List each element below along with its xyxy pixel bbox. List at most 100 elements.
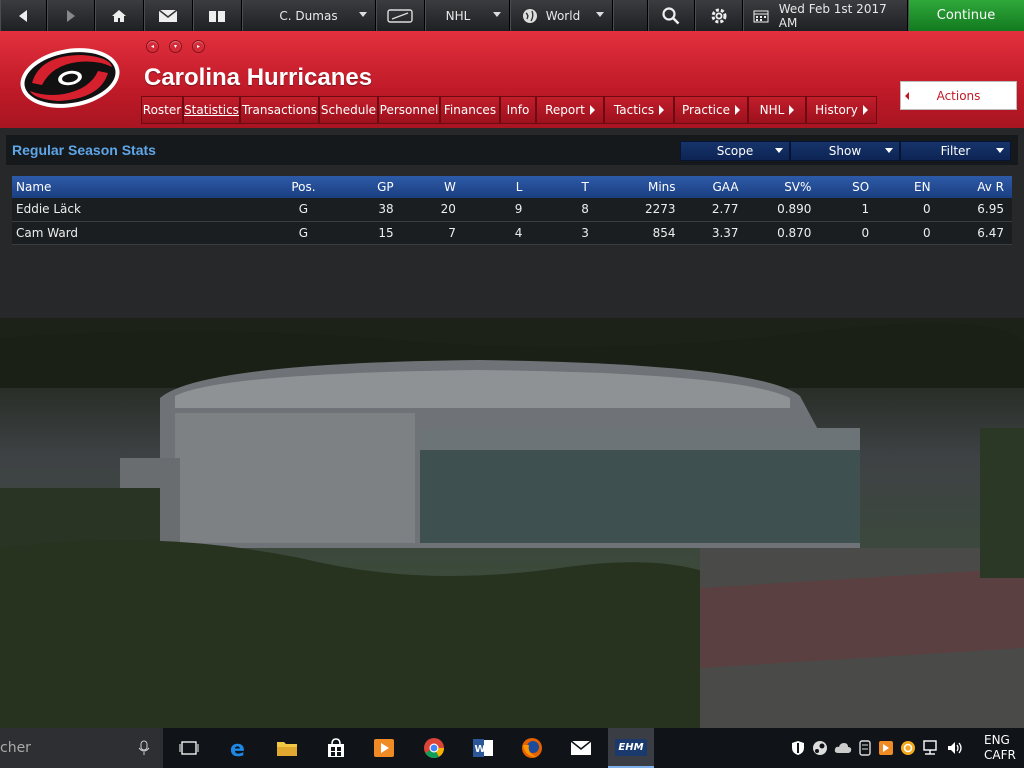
tab-finances[interactable]: Finances bbox=[440, 96, 500, 124]
settings-button[interactable] bbox=[695, 0, 743, 31]
shield-icon[interactable] bbox=[790, 740, 806, 756]
microphone-icon[interactable] bbox=[138, 740, 150, 756]
table-cell: 20 bbox=[440, 202, 456, 217]
tab-roster[interactable]: Roster bbox=[141, 96, 183, 124]
scope-dropdown[interactable]: Scope bbox=[680, 141, 790, 161]
column-header[interactable]: Mins bbox=[597, 176, 684, 198]
nhlpa-button[interactable] bbox=[376, 0, 425, 31]
continue-button[interactable]: Continue bbox=[908, 0, 1024, 31]
show-dropdown[interactable]: Show bbox=[790, 141, 900, 161]
player-name[interactable]: Cam Ward bbox=[12, 221, 277, 244]
column-header[interactable]: Name bbox=[12, 176, 277, 198]
main-content: Regular Season Stats Scope Show Filter N… bbox=[0, 128, 1024, 728]
table-cell: 9 bbox=[514, 202, 523, 217]
column-header[interactable]: Pos. bbox=[277, 176, 330, 198]
back-button[interactable] bbox=[0, 0, 47, 31]
column-header[interactable]: T bbox=[530, 176, 596, 198]
column-header[interactable]: GAA bbox=[684, 176, 747, 198]
media-player-button[interactable] bbox=[369, 734, 399, 762]
search-button[interactable] bbox=[648, 0, 695, 31]
store-button[interactable] bbox=[321, 734, 351, 762]
column-header[interactable]: GP bbox=[330, 176, 402, 198]
table-cell: 0 bbox=[861, 225, 870, 240]
position-cell: G bbox=[298, 225, 309, 240]
tab-label: History bbox=[815, 103, 858, 117]
home-button[interactable] bbox=[95, 0, 144, 31]
tab-practice[interactable]: Practice bbox=[674, 96, 748, 124]
table-row[interactable]: Eddie Läck G 38 20 9 8 2273 2.77 0.890 1… bbox=[12, 198, 1012, 221]
table-cell: 15 bbox=[378, 225, 394, 240]
tab-report[interactable]: Report bbox=[536, 96, 604, 124]
page-title: Carolina Hurricanes bbox=[144, 64, 373, 91]
mail-app-button[interactable] bbox=[566, 734, 596, 762]
chevron-left-icon bbox=[905, 92, 909, 100]
chevron-down-icon bbox=[596, 12, 604, 17]
region-dropdown[interactable]: World bbox=[510, 0, 613, 31]
column-header[interactable]: L bbox=[464, 176, 530, 198]
actions-button[interactable]: Actions bbox=[900, 81, 1017, 110]
actions-label: Actions bbox=[936, 88, 981, 103]
tab-nhl[interactable]: NHL bbox=[748, 96, 806, 124]
storage-icon[interactable] bbox=[858, 740, 872, 756]
taskbar-search-box[interactable]: cher bbox=[0, 728, 163, 768]
language-indicator[interactable]: ENG CAFR bbox=[984, 728, 1024, 768]
tab-label: Report bbox=[545, 103, 585, 117]
position-cell: G bbox=[298, 202, 309, 217]
ehm-app-button[interactable]: EHM bbox=[608, 728, 654, 768]
next-team-button[interactable]: ▸ bbox=[192, 40, 205, 53]
nav-dots: ◂ ▾ ▸ bbox=[146, 40, 205, 53]
ehm-label: EHM bbox=[615, 738, 647, 756]
network-icon[interactable] bbox=[922, 740, 940, 756]
media-player-icon bbox=[374, 739, 394, 757]
blank-slot bbox=[613, 0, 648, 31]
tab-statistics[interactable]: Statistics bbox=[183, 96, 240, 124]
prev-team-button[interactable]: ◂ bbox=[146, 40, 159, 53]
tab-info[interactable]: Info bbox=[500, 96, 536, 124]
bookmarks-button[interactable] bbox=[193, 0, 242, 31]
table-cell: 2273 bbox=[644, 202, 676, 217]
chevron-right-icon bbox=[734, 105, 740, 115]
chevron-down-icon bbox=[775, 148, 783, 153]
edge-button[interactable]: e bbox=[224, 734, 254, 762]
app-tray-icon[interactable] bbox=[878, 740, 894, 756]
column-header[interactable]: W bbox=[402, 176, 464, 198]
volume-icon[interactable] bbox=[946, 740, 964, 756]
tab-tactics[interactable]: Tactics bbox=[604, 96, 674, 124]
column-header[interactable]: SO bbox=[819, 176, 877, 198]
file-explorer-button[interactable] bbox=[272, 734, 302, 762]
tab-label: Transactions bbox=[242, 103, 317, 117]
column-header[interactable]: SV% bbox=[747, 176, 820, 198]
filter-dropdown[interactable]: Filter bbox=[900, 141, 1011, 161]
table-cell: 6.95 bbox=[977, 202, 1004, 217]
manager-dropdown[interactable]: C. Dumas bbox=[242, 0, 376, 31]
manager-name: C. Dumas bbox=[279, 8, 338, 23]
column-header[interactable]: Av R bbox=[939, 176, 1012, 198]
chevron-down-icon bbox=[885, 148, 893, 153]
inbox-button[interactable] bbox=[144, 0, 193, 31]
cloud-icon[interactable] bbox=[834, 741, 852, 755]
show-label: Show bbox=[828, 144, 862, 158]
tab-personnel[interactable]: Personnel bbox=[378, 96, 440, 124]
chrome-button[interactable] bbox=[419, 734, 449, 762]
team-menu-button[interactable]: ▾ bbox=[169, 40, 182, 53]
steam-icon[interactable] bbox=[812, 740, 828, 756]
tab-label: Statistics bbox=[184, 103, 239, 117]
forward-button[interactable] bbox=[47, 0, 95, 31]
svg-text:e: e bbox=[230, 737, 245, 759]
tab-transactions[interactable]: Transactions bbox=[240, 96, 319, 124]
table-cell: 3 bbox=[581, 225, 589, 240]
firefox-icon bbox=[522, 738, 542, 758]
word-button[interactable]: W bbox=[468, 734, 498, 762]
search-icon bbox=[662, 6, 680, 24]
tab-history[interactable]: History bbox=[806, 96, 877, 124]
player-name[interactable]: Eddie Läck bbox=[12, 198, 277, 221]
table-cell: 8 bbox=[581, 202, 589, 217]
firefox-button[interactable] bbox=[517, 734, 547, 762]
calendar-button[interactable]: Wed Feb 1st 2017 AM bbox=[743, 0, 908, 31]
sync-icon[interactable] bbox=[900, 740, 916, 756]
tab-schedule[interactable]: Schedule bbox=[319, 96, 378, 124]
column-header[interactable]: EN bbox=[877, 176, 938, 198]
league-dropdown[interactable]: NHL bbox=[425, 0, 510, 31]
task-view-button[interactable] bbox=[174, 734, 204, 762]
table-row[interactable]: Cam Ward G 15 7 4 3 854 3.37 0.870 0 0 6… bbox=[12, 221, 1012, 244]
